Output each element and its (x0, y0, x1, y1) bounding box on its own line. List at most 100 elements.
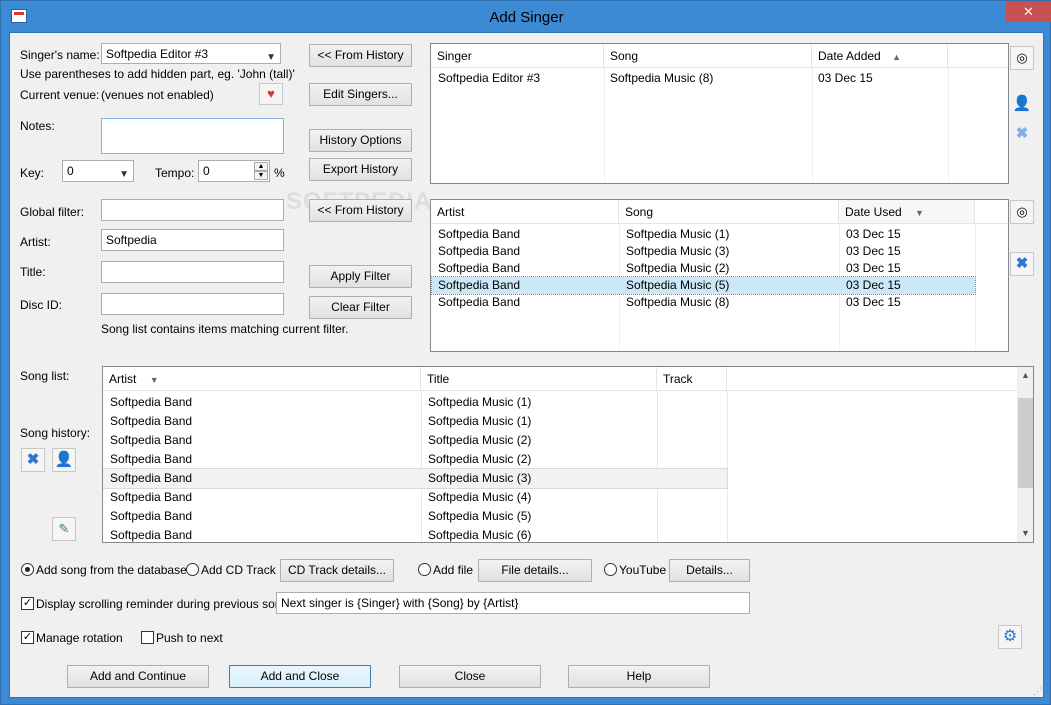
cell-artist: Softpedia Band (438, 295, 521, 309)
cell-song: Softpedia Music (3) (626, 244, 730, 258)
cell-date: 03 Dec 15 (818, 71, 873, 85)
song-list-grid[interactable]: Artist ▼ Title Track Softpedia Band Soft… (102, 366, 1034, 543)
source-youtube-label[interactable]: YouTube (619, 563, 666, 577)
global-filter-input[interactable] (101, 199, 284, 221)
tempo-spinner-up[interactable]: ▲ (254, 162, 268, 171)
title-bar[interactable]: Add Singer ✕ (1, 1, 1051, 32)
cell-artist: Softpedia Band (110, 452, 193, 466)
glasses-button-2[interactable]: ◎ (1010, 200, 1034, 224)
table-row-selected[interactable]: Softpedia Band Softpedia Music (3) (103, 468, 728, 489)
manage-rotation-checkbox[interactable]: ✓ (21, 631, 34, 644)
table-row[interactable]: Softpedia Band Softpedia Music (3) 03 De… (432, 243, 975, 260)
close-button[interactable]: ✕ (1006, 1, 1051, 22)
close-dialog-button[interactable]: Close (399, 665, 541, 688)
cell-title: Softpedia Music (5) (428, 509, 532, 523)
table-row[interactable]: Softpedia Band Softpedia Music (2) (103, 450, 727, 469)
cell-artist: Softpedia Band (438, 244, 521, 258)
delete-singer-button[interactable]: ✖ (1010, 122, 1034, 146)
reminder-input[interactable]: Next singer is {Singer} with {Song} by {… (276, 592, 750, 614)
source-youtube-radio[interactable] (604, 563, 617, 576)
table-row[interactable]: Softpedia Band Softpedia Music (1) (103, 412, 727, 431)
dialog-body: SOFTPEDIA Singer's name: Softpedia Edito… (9, 32, 1044, 698)
scroll-thumb[interactable] (1018, 398, 1033, 488)
notes-field[interactable] (101, 118, 284, 154)
table-row[interactable]: Softpedia Editor #3 Softpedia Music (8) … (431, 70, 1008, 87)
table-row[interactable]: Softpedia Band Softpedia Music (1) 03 De… (432, 226, 975, 243)
cell-title: Softpedia Music (1) (428, 414, 532, 428)
singer-history-header-date[interactable]: Date Added ▲ (812, 44, 948, 68)
cd-track-details-button[interactable]: CD Track details... (280, 559, 394, 582)
add-and-close-button[interactable]: Add and Close (229, 665, 371, 688)
add-and-continue-button[interactable]: Add and Continue (67, 665, 209, 688)
singer-name-combo[interactable]: Softpedia Editor #3 ▼ (101, 43, 281, 64)
add-singer-song-button[interactable]: 👤 (52, 448, 76, 472)
table-row[interactable]: Softpedia Band Softpedia Music (2) 03 De… (432, 260, 975, 277)
glasses-button-1[interactable]: ◎ (1010, 46, 1034, 70)
delete-song-button[interactable]: ✖ (21, 448, 45, 472)
help-button[interactable]: Help (568, 665, 710, 688)
cell-title: Softpedia Music (2) (428, 433, 532, 447)
singer-history-header-song[interactable]: Song (604, 44, 812, 68)
from-history-button-1[interactable]: << From History (309, 44, 412, 67)
cell-artist: Softpedia Band (438, 227, 521, 241)
clear-filter-button[interactable]: Clear Filter (309, 296, 412, 319)
song-history-header-date[interactable]: Date Used ▼ (839, 200, 975, 224)
artist-filter-input[interactable]: Softpedia (101, 229, 284, 251)
table-row-selected[interactable]: Softpedia Band Softpedia Music (5) 03 De… (431, 276, 976, 295)
vertical-scrollbar[interactable]: ▲ ▼ (1017, 367, 1033, 542)
edit-singers-button[interactable]: Edit Singers... (309, 83, 412, 106)
disc-id-filter-input[interactable] (101, 293, 284, 315)
tempo-input[interactable]: 0 ▲ ▼ (198, 160, 270, 182)
table-row[interactable]: Softpedia Band Softpedia Music (6) (103, 526, 727, 542)
source-file-radio[interactable] (418, 563, 431, 576)
settings-gear-icon: ⚙ (1002, 628, 1018, 645)
scroll-down-arrow[interactable]: ▼ (1017, 525, 1033, 542)
table-row[interactable]: Softpedia Band Softpedia Music (4) (103, 488, 727, 507)
settings-button[interactable]: ⚙ (998, 625, 1022, 649)
song-list-header-track[interactable]: Track (657, 367, 727, 391)
table-row[interactable]: Softpedia Band Softpedia Music (8) 03 De… (432, 294, 975, 311)
source-cd-radio[interactable] (186, 563, 199, 576)
source-file-label[interactable]: Add file (433, 563, 473, 577)
delete-history-button[interactable]: ✖ (1010, 252, 1034, 276)
from-history-button-2[interactable]: << From History (309, 199, 412, 222)
cell-artist: Softpedia Band (110, 509, 193, 523)
source-db-label[interactable]: Add song from the database (36, 563, 187, 577)
add-singer-button[interactable]: 👤 (1010, 92, 1034, 116)
tempo-spinner-down[interactable]: ▼ (254, 171, 268, 180)
song-history-header-song[interactable]: Song (619, 200, 839, 224)
export-history-button[interactable]: Export History (309, 158, 412, 181)
table-row[interactable]: Softpedia Band Softpedia Music (2) (103, 431, 727, 450)
file-details-button[interactable]: File details... (478, 559, 592, 582)
key-select[interactable]: 0 ▼ (62, 160, 134, 182)
push-to-next-checkbox[interactable] (141, 631, 154, 644)
manage-rotation-label[interactable]: Manage rotation (36, 631, 123, 645)
song-list-header-title[interactable]: Title (421, 367, 657, 391)
singer-history-grid[interactable]: Singer Song Date Added ▲ Softpedia Edito… (430, 43, 1009, 184)
apply-filter-button[interactable]: Apply Filter (309, 265, 412, 288)
resize-grip[interactable]: ⋰ (1030, 685, 1042, 697)
window-title: Add Singer (489, 9, 564, 26)
reminder-label[interactable]: Display scrolling reminder during previo… (36, 597, 291, 611)
song-history-header-artist[interactable]: Artist (431, 200, 619, 224)
song-list-header-artist[interactable]: Artist ▼ (103, 367, 421, 391)
reminder-checkbox[interactable]: ✓ (21, 597, 34, 610)
scroll-up-arrow[interactable]: ▲ (1017, 367, 1033, 384)
venue-button[interactable]: ♥ (259, 83, 283, 105)
edit-song-button[interactable]: ✎ (52, 517, 76, 541)
title-filter-input[interactable] (101, 261, 284, 283)
cell-title: Softpedia Music (4) (428, 490, 532, 504)
table-row[interactable]: Softpedia Band Softpedia Music (1) (103, 393, 727, 412)
youtube-details-button[interactable]: Details... (669, 559, 750, 582)
cell-date: 03 Dec 15 (846, 244, 901, 258)
song-history-grid[interactable]: Artist Song Date Used ▼ Softpedia Band S… (430, 199, 1009, 352)
source-cd-label[interactable]: Add CD Track (201, 563, 276, 577)
chevron-down-icon: ▼ (266, 52, 276, 63)
delete-x-icon: ✖ (1015, 255, 1029, 272)
source-db-radio[interactable] (21, 563, 34, 576)
singer-history-header-singer[interactable]: Singer (431, 44, 604, 68)
history-options-button[interactable]: History Options (309, 129, 412, 152)
song-list-header-artist-label: Artist (109, 372, 137, 386)
table-row[interactable]: Softpedia Band Softpedia Music (5) (103, 507, 727, 526)
push-to-next-label[interactable]: Push to next (156, 631, 223, 645)
